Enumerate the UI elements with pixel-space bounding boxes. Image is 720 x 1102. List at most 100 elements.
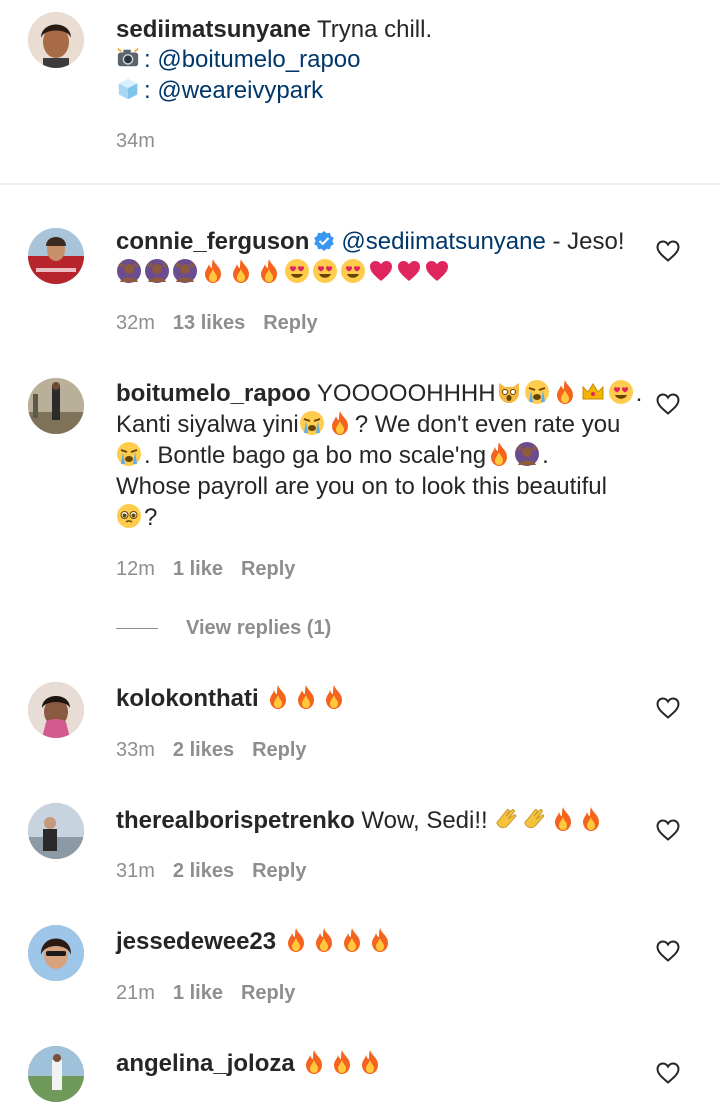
commenter-avatar[interactable] bbox=[28, 682, 84, 738]
fire-emoji-icon bbox=[552, 379, 578, 405]
commenter-avatar[interactable] bbox=[28, 228, 84, 284]
comment-username[interactable]: therealborispetrenko bbox=[116, 807, 355, 834]
commenter-avatar[interactable] bbox=[28, 925, 84, 981]
like-heart-icon[interactable] bbox=[656, 819, 680, 841]
fire-emoji-icon bbox=[256, 258, 282, 284]
scream-cat-emoji-icon bbox=[496, 379, 522, 405]
heart-eyes-emoji-icon bbox=[312, 258, 338, 284]
comment-text-line: connie_ferguson @sediimatsunyane - Jeso! bbox=[116, 226, 625, 257]
like-heart-icon[interactable] bbox=[656, 697, 680, 719]
comment-text-part: . bbox=[542, 442, 549, 469]
comment-text: - Jeso! bbox=[545, 228, 625, 255]
fire-emoji-icon bbox=[293, 684, 319, 710]
comment-username[interactable]: angelina_joloza bbox=[116, 1050, 295, 1077]
comment-username[interactable]: connie_ferguson bbox=[116, 228, 309, 255]
comment-text: Wow, Sedi!! bbox=[361, 807, 488, 834]
fire-emoji-icon bbox=[367, 927, 393, 953]
caption-author-avatar[interactable] bbox=[28, 12, 84, 68]
caption-timestamp: 34m bbox=[116, 130, 155, 152]
comment-text-part: Kanti siyalwa yini bbox=[116, 411, 299, 438]
comment-meta: 21m 1 like Reply bbox=[116, 982, 313, 1005]
reply-button[interactable]: Reply bbox=[252, 739, 306, 761]
style-credit-mention[interactable]: @weareivypark bbox=[157, 77, 323, 104]
comment-text-line: jessedewee23 bbox=[116, 926, 395, 957]
fire-emoji-icon bbox=[329, 1049, 355, 1075]
comment-meta: 33m 2 likes Reply bbox=[116, 739, 325, 762]
reply-button[interactable]: Reply bbox=[241, 558, 295, 580]
fire-emoji-icon bbox=[327, 410, 353, 436]
fire-emoji-icon bbox=[486, 441, 512, 467]
comment-text-line: kolokonthati bbox=[116, 683, 349, 714]
comment-time: 12m bbox=[116, 558, 155, 580]
crying-emoji-icon bbox=[299, 410, 325, 436]
crying-emoji-icon bbox=[524, 379, 550, 405]
comment-text-part: . Bontle bago ga bo mo scale'ng bbox=[144, 442, 487, 469]
clapping-hands-emoji-icon bbox=[494, 806, 520, 832]
reply-button[interactable]: Reply bbox=[241, 982, 295, 1004]
comment-likes-count[interactable]: 2 likes bbox=[173, 860, 234, 882]
like-heart-icon[interactable] bbox=[656, 240, 680, 262]
fire-emoji-icon bbox=[265, 684, 291, 710]
comment-text-part: Whose payroll are you on to look this be… bbox=[116, 473, 607, 500]
comment-text-part: ? bbox=[144, 504, 158, 531]
comment-meta: 32m 13 likes Reply bbox=[116, 312, 336, 335]
commenter-avatar[interactable] bbox=[28, 378, 84, 434]
woman-raising-hand-emoji-icon bbox=[514, 441, 540, 467]
post-caption: sediimatsunyane Tryna chill. : @boitumel… bbox=[0, 0, 720, 184]
comment-text-line: therealborispetrenko Wow, Sedi!! bbox=[116, 805, 606, 836]
caption-username[interactable]: sediimatsunyane bbox=[116, 16, 311, 43]
verified-badge-icon bbox=[314, 231, 335, 251]
caption-divider bbox=[0, 183, 720, 185]
style-credit-separator: : bbox=[144, 77, 151, 104]
like-heart-icon[interactable] bbox=[656, 940, 680, 962]
style-credit-line: : @weareivypark bbox=[116, 75, 323, 106]
photo-credit-mention[interactable]: @boitumelo_rapoo bbox=[157, 46, 360, 73]
comment-time: 21m bbox=[116, 982, 155, 1004]
pleading-face-emoji-icon bbox=[116, 503, 142, 529]
comment-likes-count[interactable]: 1 like bbox=[173, 982, 223, 1004]
comment-meta: 31m 2 likes Reply bbox=[116, 860, 325, 883]
fire-emoji-icon bbox=[578, 806, 604, 832]
ice-cube-emoji-icon bbox=[116, 77, 140, 101]
comment-text-line-4: Whose payroll are you on to look this be… bbox=[116, 471, 607, 502]
fire-emoji-icon bbox=[311, 927, 337, 953]
fire-emoji-icon bbox=[228, 258, 254, 284]
comment-meta: 12m 1 like Reply bbox=[116, 558, 313, 581]
comment-text-line: angelina_joloza bbox=[116, 1048, 385, 1079]
comment-time: 32m bbox=[116, 312, 155, 334]
commenter-avatar[interactable] bbox=[28, 803, 84, 859]
like-heart-icon[interactable] bbox=[656, 393, 680, 415]
comment-username[interactable]: jessedewee23 bbox=[116, 928, 276, 955]
comment-time: 31m bbox=[116, 860, 155, 882]
reply-button[interactable]: Reply bbox=[263, 312, 317, 334]
comment-likes-count[interactable]: 2 likes bbox=[173, 739, 234, 761]
comment-text-line-1: boitumelo_rapoo YOOOOOHHHH. bbox=[116, 378, 642, 409]
red-heart-emoji-icon bbox=[396, 258, 422, 284]
comment-text-part: ? We don't even rate you bbox=[354, 411, 621, 438]
comment-text-line-2: Kanti siyalwa yini ? We don't even rate y… bbox=[116, 409, 620, 440]
fire-emoji-icon bbox=[550, 806, 576, 832]
heart-eyes-emoji-icon bbox=[340, 258, 366, 284]
clapping-hands-emoji-icon bbox=[522, 806, 548, 832]
comment-likes-count[interactable]: 13 likes bbox=[173, 312, 245, 334]
view-replies-button[interactable]: View replies (1) bbox=[186, 617, 331, 640]
comment-mention[interactable]: @sediimatsunyane bbox=[341, 228, 545, 255]
heart-eyes-emoji-icon bbox=[284, 258, 310, 284]
comment-text-line-5: ? bbox=[116, 502, 157, 533]
comment-likes-count[interactable]: 1 like bbox=[173, 558, 223, 580]
woman-raising-hand-emoji-icon bbox=[172, 258, 198, 284]
caption-text: Tryna chill. bbox=[316, 16, 433, 43]
fire-emoji-icon bbox=[200, 258, 226, 284]
caption-text-line: sediimatsunyane Tryna chill. bbox=[116, 14, 432, 45]
like-heart-icon[interactable] bbox=[656, 1062, 680, 1084]
comment-username[interactable]: kolokonthati bbox=[116, 685, 259, 712]
comment-username[interactable]: boitumelo_rapoo bbox=[116, 380, 311, 407]
comment-time: 33m bbox=[116, 739, 155, 761]
reply-button[interactable]: Reply bbox=[252, 860, 306, 882]
camera-emoji-icon bbox=[116, 46, 140, 70]
commenter-avatar[interactable] bbox=[28, 1046, 84, 1102]
fire-emoji-icon bbox=[357, 1049, 383, 1075]
comment-text-part: YOOOOOHHHH bbox=[316, 380, 496, 407]
woman-raising-hand-emoji-icon bbox=[144, 258, 170, 284]
fire-emoji-icon bbox=[283, 927, 309, 953]
